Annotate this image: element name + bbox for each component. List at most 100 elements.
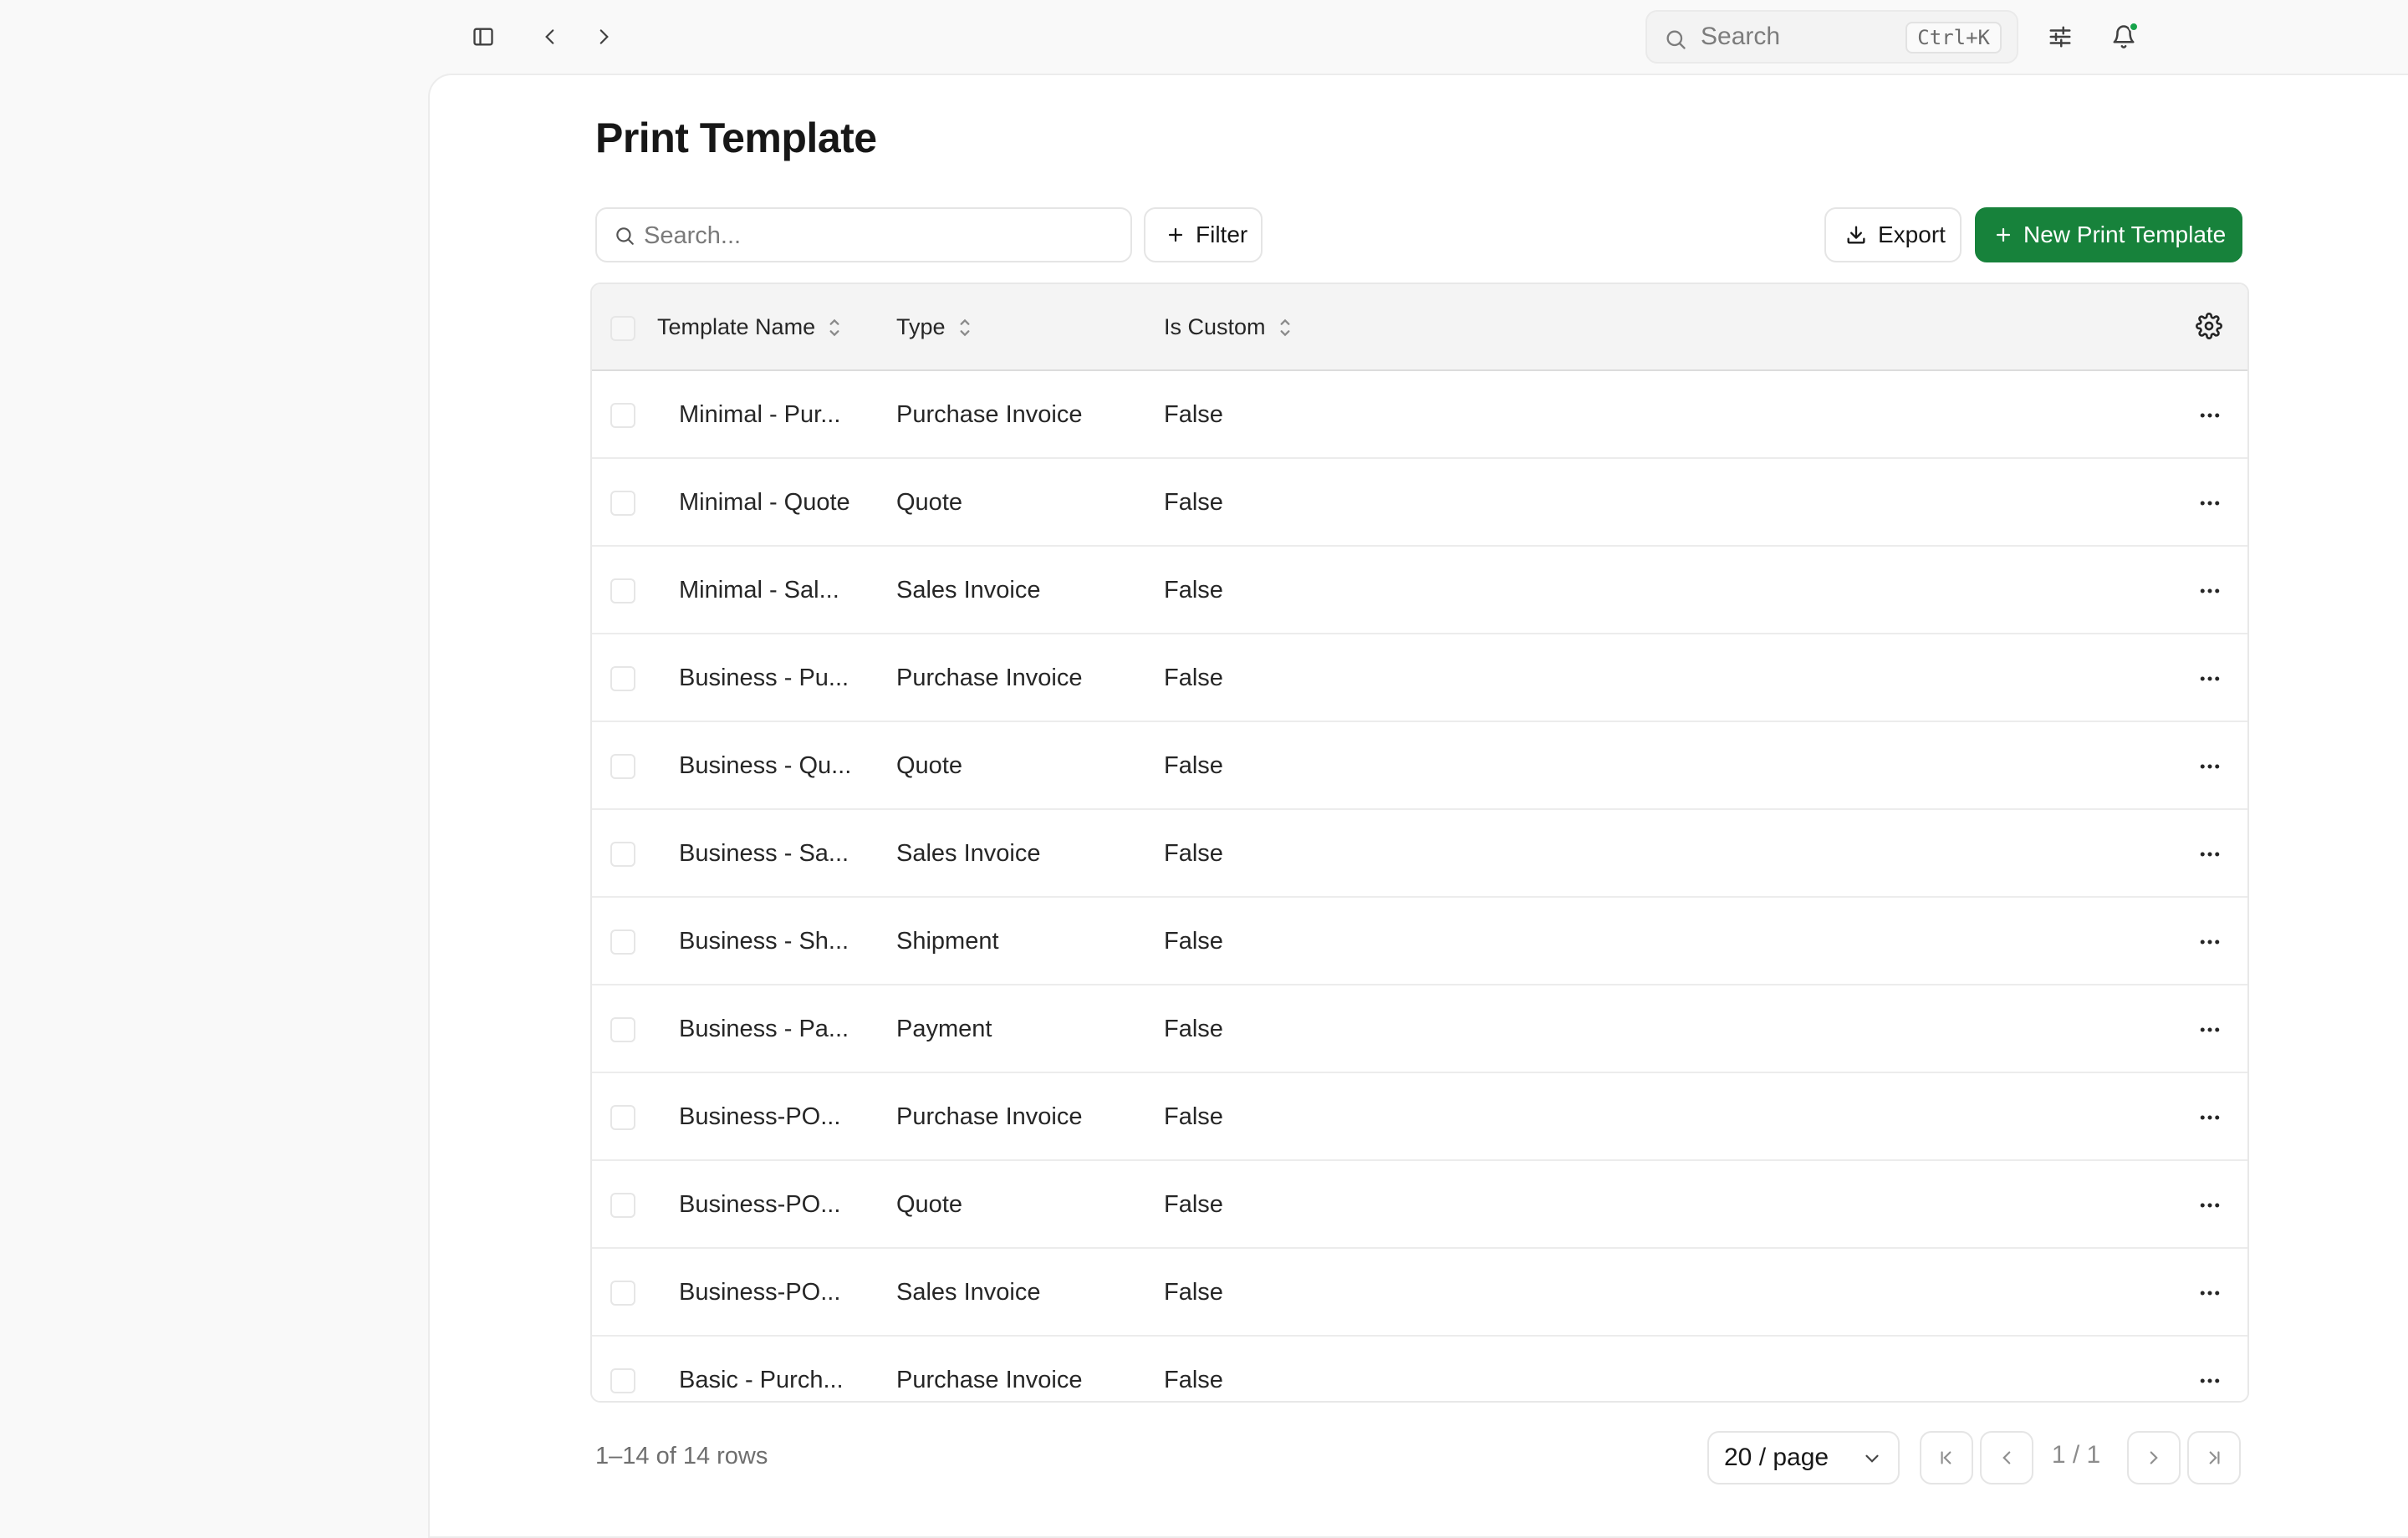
cell-is-custom: False — [1164, 1191, 1223, 1218]
more-horizontal-icon[interactable] — [2197, 1107, 2222, 1133]
sort-arrows-icon — [827, 317, 842, 339]
table-row[interactable]: Minimal - Quote Quote False — [592, 459, 2247, 547]
first-page-button[interactable] — [1920, 1431, 1973, 1485]
cell-is-custom: False — [1164, 1279, 1223, 1306]
last-page-button[interactable] — [2187, 1431, 2241, 1485]
prev-page-button[interactable] — [1980, 1431, 2033, 1485]
chevron-right-icon[interactable] — [585, 18, 622, 55]
sliders-icon[interactable] — [2042, 18, 2079, 55]
row-checkbox[interactable] — [610, 1017, 635, 1042]
search-icon — [1664, 28, 1687, 55]
row-checkbox[interactable] — [610, 842, 635, 867]
sidebar-area — [0, 0, 428, 1505]
table-row[interactable]: Business - Pu... Purchase Invoice False — [592, 634, 2247, 722]
search-icon — [614, 225, 635, 251]
plus-icon — [1166, 225, 1186, 245]
cell-is-custom: False — [1164, 840, 1223, 867]
cell-is-custom: False — [1164, 665, 1223, 691]
table-row[interactable]: Business-PO... Purchase Invoice False — [592, 1073, 2247, 1161]
table-row[interactable]: Business - Pa... Payment False — [592, 985, 2247, 1073]
table-row[interactable]: Minimal - Sal... Sales Invoice False — [592, 547, 2247, 634]
cell-type: Shipment — [896, 928, 999, 955]
column-header-template-name[interactable]: Template Name — [657, 314, 842, 340]
cell-template-name: Business-PO... — [679, 1103, 841, 1130]
table-row[interactable]: Business - Qu... Quote False — [592, 722, 2247, 810]
sort-arrows-icon — [1278, 317, 1293, 339]
cell-template-name: Business-PO... — [679, 1191, 841, 1218]
row-checkbox[interactable] — [610, 929, 635, 955]
table-row[interactable]: Business-PO... Quote False — [592, 1161, 2247, 1249]
cell-type: Purchase Invoice — [896, 401, 1083, 428]
row-checkbox[interactable] — [610, 578, 635, 603]
cell-template-name: Business - Pa... — [679, 1016, 849, 1042]
column-label: Template Name — [657, 314, 816, 339]
plus-icon — [1993, 225, 2013, 245]
cell-is-custom: False — [1164, 1016, 1223, 1042]
cell-is-custom: False — [1164, 577, 1223, 603]
chevron-down-icon — [1861, 1448, 1883, 1476]
more-horizontal-icon[interactable] — [2197, 1370, 2222, 1396]
more-horizontal-icon[interactable] — [2197, 1282, 2222, 1308]
print-template-table: Template Name Type Is Custom Minimal - P… — [590, 283, 2249, 1403]
notification-dot — [2129, 22, 2139, 32]
table-row[interactable]: Basic - Purch... Purchase Invoice False — [592, 1337, 2247, 1401]
table-row[interactable]: Business-PO... Sales Invoice False — [592, 1249, 2247, 1337]
cell-type: Quote — [896, 489, 962, 516]
page-size-value: 20 / page — [1724, 1444, 1829, 1471]
more-horizontal-icon[interactable] — [2197, 492, 2222, 518]
next-page-button[interactable] — [2127, 1431, 2181, 1485]
more-horizontal-icon[interactable] — [2197, 668, 2222, 694]
column-header-type[interactable]: Type — [896, 314, 972, 340]
row-checkbox[interactable] — [610, 1193, 635, 1218]
cell-is-custom: False — [1164, 489, 1223, 516]
row-checkbox[interactable] — [610, 1105, 635, 1130]
cell-type: Quote — [896, 1191, 962, 1218]
cell-template-name: Basic - Purch... — [679, 1367, 844, 1393]
gear-icon[interactable] — [2196, 313, 2222, 344]
bell-icon[interactable] — [2105, 18, 2142, 55]
cell-template-name: Business-PO... — [679, 1279, 841, 1306]
page-size-select[interactable]: 20 / page — [1707, 1431, 1900, 1485]
more-horizontal-icon[interactable] — [2197, 1194, 2222, 1220]
cell-template-name: Business - Sa... — [679, 840, 849, 867]
more-horizontal-icon[interactable] — [2197, 931, 2222, 957]
more-horizontal-icon[interactable] — [2197, 1019, 2222, 1045]
row-count: 1–14 of 14 rows — [595, 1443, 768, 1469]
global-search[interactable]: Ctrl+K — [1645, 10, 2018, 64]
table-header: Template Name Type Is Custom — [592, 284, 2247, 371]
cell-is-custom: False — [1164, 1103, 1223, 1130]
row-checkbox[interactable] — [610, 1281, 635, 1306]
chevron-right-icon — [2143, 1447, 2165, 1469]
cell-type: Sales Invoice — [896, 840, 1041, 867]
table-row[interactable]: Minimal - Pur... Purchase Invoice False — [592, 371, 2247, 459]
row-checkbox[interactable] — [610, 666, 635, 691]
sidebar-toggle-icon[interactable] — [465, 18, 502, 55]
new-print-template-button[interactable]: New Print Template — [1975, 207, 2242, 262]
cell-is-custom: False — [1164, 928, 1223, 955]
column-label: Is Custom — [1164, 314, 1266, 339]
cell-template-name: Minimal - Quote — [679, 489, 850, 516]
more-horizontal-icon[interactable] — [2197, 580, 2222, 606]
table-row[interactable]: Business - Sa... Sales Invoice False — [592, 810, 2247, 898]
more-horizontal-icon[interactable] — [2197, 843, 2222, 869]
cell-type: Purchase Invoice — [896, 1103, 1083, 1130]
chevron-left-icon[interactable] — [532, 18, 569, 55]
row-checkbox[interactable] — [610, 403, 635, 428]
table-row[interactable]: Business - Sh... Shipment False — [592, 898, 2247, 985]
column-header-is-custom[interactable]: Is Custom — [1164, 314, 1293, 340]
more-horizontal-icon[interactable] — [2197, 405, 2222, 430]
select-all-checkbox[interactable] — [610, 316, 635, 341]
cell-is-custom: False — [1164, 752, 1223, 779]
more-horizontal-icon[interactable] — [2197, 756, 2222, 782]
list-search-input[interactable] — [644, 219, 1112, 252]
export-button[interactable]: Export — [1824, 207, 1962, 262]
row-checkbox[interactable] — [610, 491, 635, 516]
cell-type: Purchase Invoice — [896, 1367, 1083, 1393]
global-search-input[interactable] — [1701, 20, 1876, 53]
row-checkbox[interactable] — [610, 754, 635, 779]
filter-button[interactable]: Filter — [1144, 207, 1263, 262]
cell-template-name: Minimal - Sal... — [679, 577, 839, 603]
list-search[interactable] — [595, 207, 1132, 262]
cell-template-name: Business - Qu... — [679, 752, 852, 779]
row-checkbox[interactable] — [610, 1368, 635, 1393]
